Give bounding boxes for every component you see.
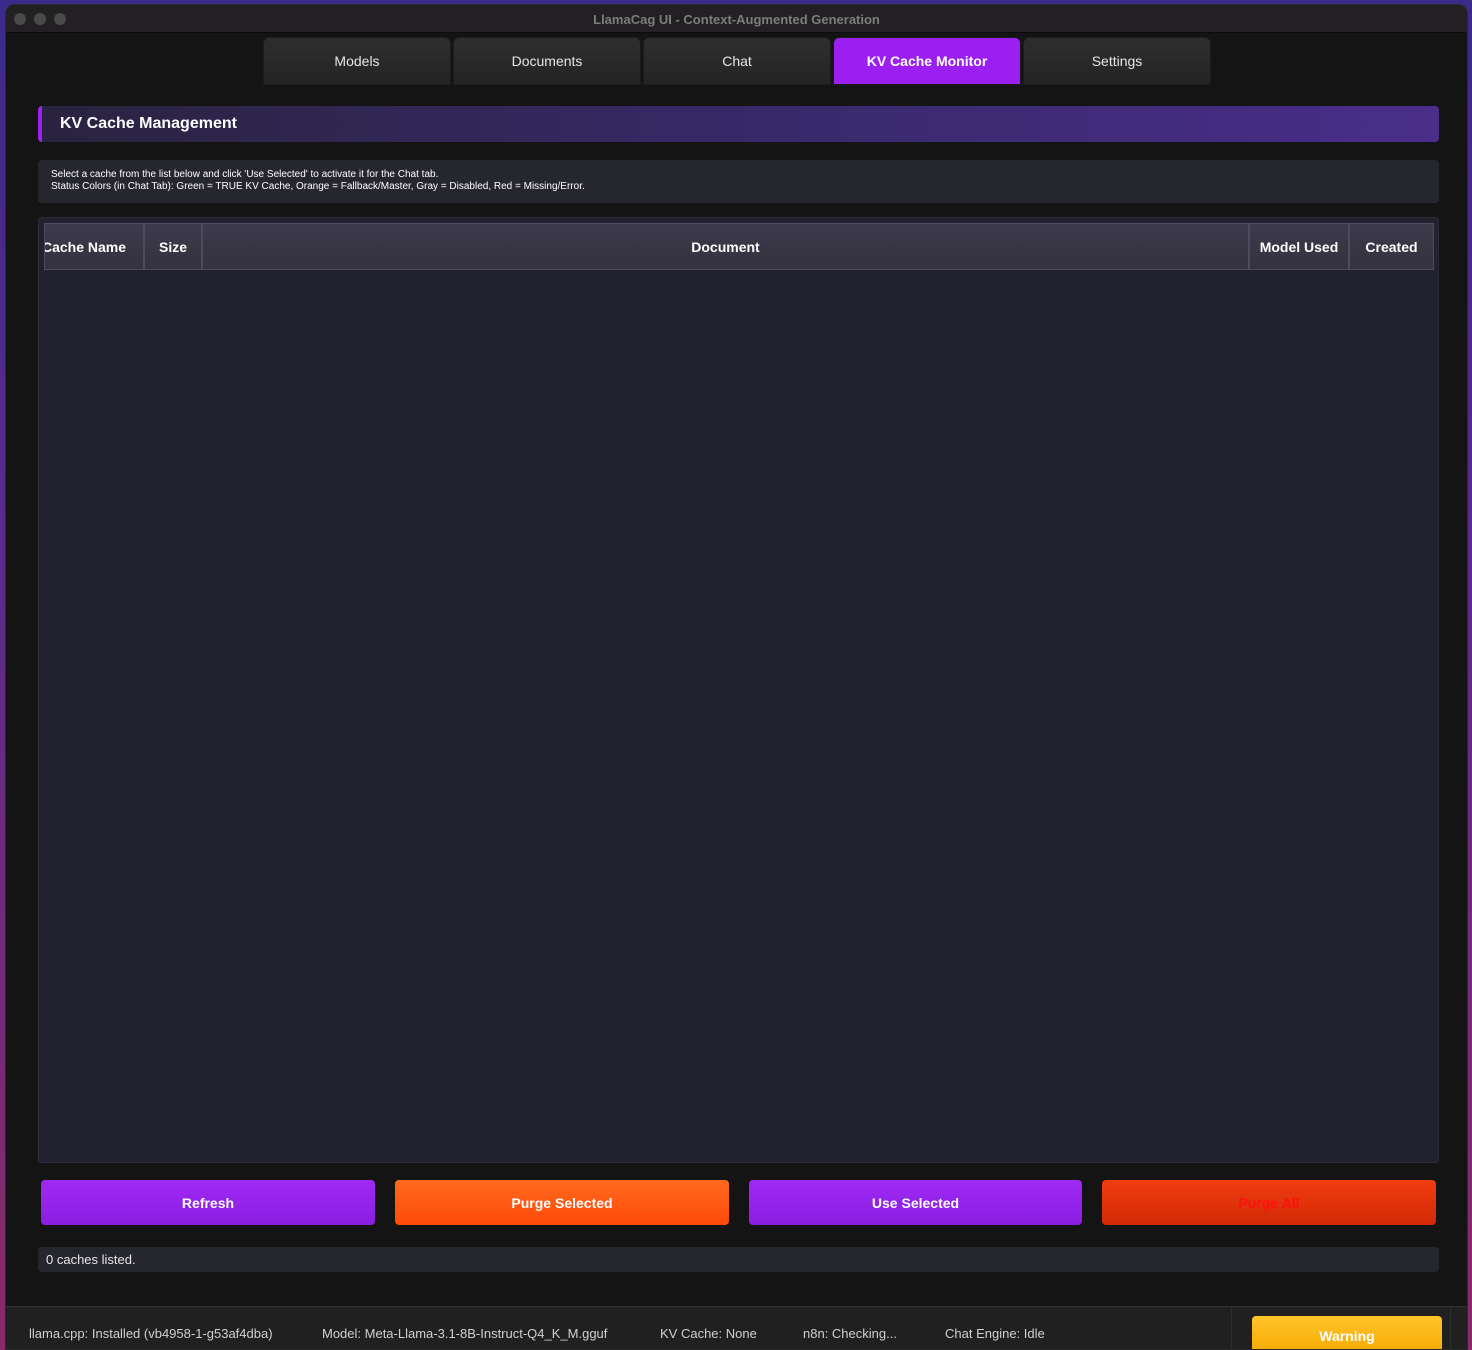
cache-table[interactable]: Cache Name Size Document Model Used Crea… [38, 217, 1439, 1163]
column-header-created[interactable]: Created [1349, 223, 1434, 270]
n8n-status: n8n: Checking... [803, 1326, 897, 1341]
purge-all-button[interactable]: Purge All [1102, 1180, 1436, 1225]
tab-chat[interactable]: Chat [643, 37, 831, 85]
status-divider [1450, 1307, 1451, 1349]
use-selected-button[interactable]: Use Selected [749, 1180, 1082, 1225]
cache-count-status: 0 caches listed. [38, 1247, 1439, 1272]
warning-button[interactable]: Warning [1252, 1316, 1442, 1349]
kv-cache-status: KV Cache: None [660, 1326, 757, 1341]
model-status: Model: Meta-Llama-3.1-8B-Instruct-Q4_K_M… [322, 1326, 608, 1341]
tab-bar: Models Documents Chat KV Cache Monitor S… [263, 37, 1211, 85]
llama-cpp-status: llama.cpp: Installed (vb4958-1-g53af4dba… [29, 1326, 273, 1341]
status-divider [1231, 1307, 1232, 1349]
instructions-line-1: Select a cache from the list below and c… [51, 169, 439, 180]
column-header-model-used[interactable]: Model Used [1249, 223, 1349, 270]
column-header-document[interactable]: Document [202, 223, 1249, 270]
tab-settings[interactable]: Settings [1023, 37, 1211, 85]
column-header-cache-name[interactable]: Cache Name [44, 223, 144, 270]
app-window: LlamaCag UI - Context-Augmented Generati… [5, 4, 1468, 1350]
status-bar: llama.cpp: Installed (vb4958-1-g53af4dba… [6, 1306, 1467, 1349]
tab-kv-cache-monitor[interactable]: KV Cache Monitor [833, 37, 1021, 85]
title-bar: LlamaCag UI - Context-Augmented Generati… [6, 5, 1467, 33]
action-buttons: Refresh Purge Selected Use Selected Purg… [41, 1180, 1436, 1225]
refresh-button[interactable]: Refresh [41, 1180, 375, 1225]
section-header: KV Cache Management [38, 106, 1439, 142]
purge-selected-button[interactable]: Purge Selected [395, 1180, 729, 1225]
instructions-line-2: Status Colors (in Chat Tab): Green = TRU… [51, 181, 585, 192]
table-header: Cache Name Size Document Model Used Crea… [44, 223, 1434, 270]
column-header-size[interactable]: Size [144, 223, 202, 270]
window-title: LlamaCag UI - Context-Augmented Generati… [593, 12, 880, 27]
instructions-box: Select a cache from the list below and c… [38, 160, 1439, 203]
tab-models[interactable]: Models [263, 37, 451, 85]
tab-documents[interactable]: Documents [453, 37, 641, 85]
chat-engine-status: Chat Engine: Idle [945, 1326, 1045, 1341]
